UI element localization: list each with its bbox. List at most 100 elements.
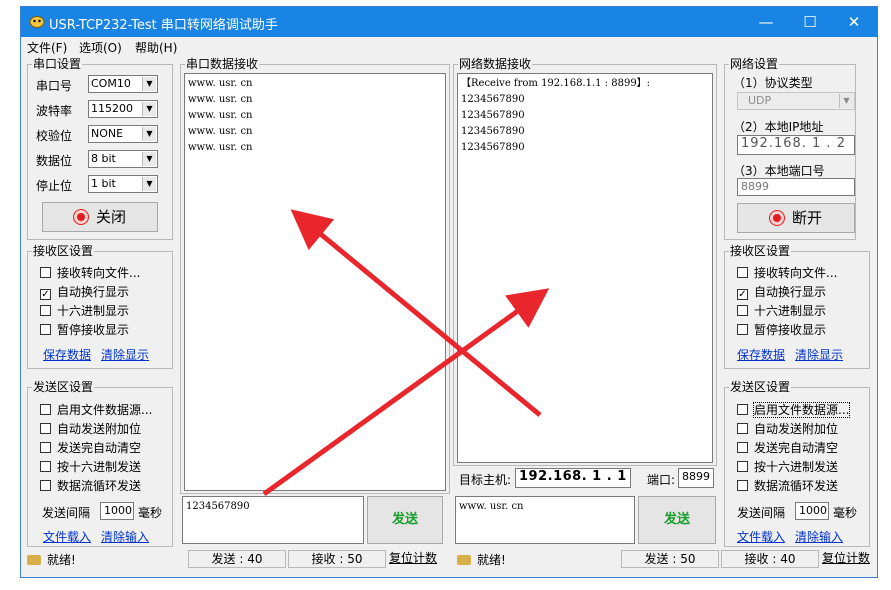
local-port-input[interactable]: 8899 <box>737 178 855 196</box>
left-append-bit-checkbox[interactable]: 自动发送附加位 <box>40 422 141 436</box>
databits-label: 数据位 <box>36 154 73 168</box>
left-reset-count-button[interactable]: 复位计数 <box>389 550 437 568</box>
net-settings-group: 网络设置 （1）协议类型 UDP ▼ （2）本地IP地址 192.168. 1 .… <box>724 56 856 240</box>
checkbox-icon <box>737 461 748 472</box>
left-clear-input-link[interactable]: 清除输入 <box>101 528 149 545</box>
right-send-settings-group: 发送区设置 启用文件数据源... 自动发送附加位 发送完自动清空 按十六进制发送… <box>724 379 870 547</box>
parity-value: NONE <box>91 127 124 140</box>
net-settings-title: 网络设置 <box>729 56 780 72</box>
menu-file[interactable]: 文件(F) <box>27 39 67 56</box>
left-interval-unit: 毫秒 <box>138 506 163 520</box>
title-bar[interactable]: USR-TCP232-Test 串口转网络调试助手 — ☐ ✕ <box>21 7 877 37</box>
right-recv-to-file-checkbox[interactable]: 接收转向文件... <box>737 266 837 280</box>
receive-line: www. usr. cn <box>188 126 253 137</box>
protocol-select[interactable]: UDP ▼ <box>737 92 855 110</box>
net-receive-title: 网络数据接收 <box>458 56 533 72</box>
checkbox-icon <box>737 442 748 453</box>
chevron-down-icon: ▼ <box>142 102 156 116</box>
left-send-settings-group: 发送区设置 启用文件数据源... 自动发送附加位 发送完自动清空 按十六进制发送… <box>27 379 173 547</box>
checkbox-icon <box>737 305 748 316</box>
left-interval-input[interactable]: 1000 <box>100 502 134 520</box>
right-pause-display-checkbox[interactable]: 暂停接收显示 <box>737 323 826 337</box>
serial-close-button[interactable]: 关闭 <box>42 202 158 232</box>
left-auto-wrap-checkbox[interactable]: ✓ 自动换行显示 <box>40 285 129 300</box>
stopbits-value: 1 bit <box>91 177 116 190</box>
left-hex-send-checkbox[interactable]: 按十六进制发送 <box>40 460 141 474</box>
right-hex-send-checkbox[interactable]: 按十六进制发送 <box>737 460 838 474</box>
chevron-down-icon: ▼ <box>142 152 156 166</box>
right-append-bit-checkbox[interactable]: 自动发送附加位 <box>737 422 838 436</box>
right-load-file-link[interactable]: 文件载入 <box>737 528 785 545</box>
right-clear-display-link[interactable]: 清除显示 <box>795 346 843 363</box>
baud-select[interactable]: 115200 ▼ <box>88 100 158 118</box>
option-label: 数据流循环发送 <box>57 479 142 493</box>
serial-send-button[interactable]: 发送 <box>367 496 443 544</box>
left-auto-clear-checkbox[interactable]: 发送完自动清空 <box>40 441 141 455</box>
close-button[interactable]: ✕ <box>831 7 877 37</box>
net-disconnect-label: 断开 <box>791 209 822 227</box>
send-text: www. usr. cn <box>459 501 524 512</box>
databits-select[interactable]: 8 bit ▼ <box>88 150 158 168</box>
serial-receive-group: 串口数据接收 www. usr. cn www. usr. cn www. us… <box>180 56 450 494</box>
option-label: 自动发送附加位 <box>754 422 839 436</box>
left-pause-display-checkbox[interactable]: 暂停接收显示 <box>40 323 129 337</box>
chevron-down-icon: ▼ <box>142 77 156 91</box>
minimize-button[interactable]: — <box>743 7 789 37</box>
left-hex-display-checkbox[interactable]: 十六进制显示 <box>40 304 129 318</box>
checkbox-icon <box>737 480 748 491</box>
option-label: 发送完自动清空 <box>754 441 839 455</box>
option-label: 按十六进制发送 <box>57 460 142 474</box>
option-label: 接收转向文件... <box>57 266 141 280</box>
parity-select[interactable]: NONE ▼ <box>88 125 158 143</box>
receive-line: www. usr. cn <box>188 78 253 89</box>
protocol-value: UDP <box>748 94 772 107</box>
receive-line: 【Receive from 192.168.1.1 : 8899】: <box>461 78 651 89</box>
net-send-input[interactable]: www. usr. cn <box>455 496 635 544</box>
left-recv-to-file-checkbox[interactable]: 接收转向文件... <box>40 266 140 280</box>
left-sent-count: 发送 : 40 <box>188 550 286 568</box>
checkbox-icon <box>40 423 51 434</box>
net-disconnect-button[interactable]: 断开 <box>737 203 855 233</box>
option-label: 自动换行显示 <box>57 285 130 299</box>
right-clear-input-link[interactable]: 清除输入 <box>795 528 843 545</box>
left-file-source-checkbox[interactable]: 启用文件数据源... <box>40 403 152 417</box>
port-select[interactable]: COM10 ▼ <box>88 75 158 93</box>
target-port-input[interactable]: 8899 <box>678 468 714 488</box>
menu-bar: 文件(F) 选项(O) 帮助(H) <box>21 37 877 57</box>
right-hex-display-checkbox[interactable]: 十六进制显示 <box>737 304 826 318</box>
right-loop-send-checkbox[interactable]: 数据流循环发送 <box>737 479 838 493</box>
menu-help[interactable]: 帮助(H) <box>135 39 177 56</box>
checkbox-icon <box>40 305 51 316</box>
status-led-icon <box>73 210 88 224</box>
status-led-icon <box>769 211 784 225</box>
option-label: 数据流循环发送 <box>754 479 839 493</box>
stopbits-select[interactable]: 1 bit ▼ <box>88 175 158 193</box>
serial-send-input[interactable]: 1234567890 <box>182 496 364 544</box>
target-host-input[interactable]: 192.168. 1 . 1 <box>515 468 631 488</box>
right-auto-wrap-checkbox[interactable]: ✓ 自动换行显示 <box>737 285 826 300</box>
checkmark-icon: ✓ <box>40 289 51 300</box>
maximize-button[interactable]: ☐ <box>787 7 833 37</box>
option-label: 自动发送附加位 <box>57 422 142 436</box>
left-interval-label: 发送间隔 <box>42 506 91 520</box>
right-file-source-checkbox[interactable]: 启用文件数据源... <box>737 402 851 418</box>
checkbox-icon <box>40 461 51 472</box>
left-clear-display-link[interactable]: 清除显示 <box>101 346 149 363</box>
local-ip-input[interactable]: 192.168. 1 . 2 <box>737 135 855 155</box>
menu-options[interactable]: 选项(O) <box>79 39 122 56</box>
left-load-file-link[interactable]: 文件载入 <box>43 528 91 545</box>
serial-receive-area[interactable]: www. usr. cn www. usr. cn www. usr. cn w… <box>184 73 446 491</box>
target-host-label: 目标主机: <box>459 473 512 487</box>
right-save-data-link[interactable]: 保存数据 <box>737 346 785 363</box>
left-loop-send-checkbox[interactable]: 数据流循环发送 <box>40 479 141 493</box>
net-send-button[interactable]: 发送 <box>638 496 716 544</box>
right-auto-clear-checkbox[interactable]: 发送完自动清空 <box>737 441 838 455</box>
app-window: USR-TCP232-Test 串口转网络调试助手 — ☐ ✕ 文件(F) 选项… <box>20 6 878 578</box>
right-reset-count-button[interactable]: 复位计数 <box>822 550 870 568</box>
right-interval-input[interactable]: 1000 <box>795 502 829 520</box>
target-port-label: 端口: <box>647 473 676 487</box>
net-receive-area[interactable]: 【Receive from 192.168.1.1 : 8899】: 12345… <box>457 73 713 463</box>
left-send-settings-title: 发送区设置 <box>32 379 95 395</box>
left-save-data-link[interactable]: 保存数据 <box>43 346 91 363</box>
serial-settings-title: 串口设置 <box>32 56 83 72</box>
